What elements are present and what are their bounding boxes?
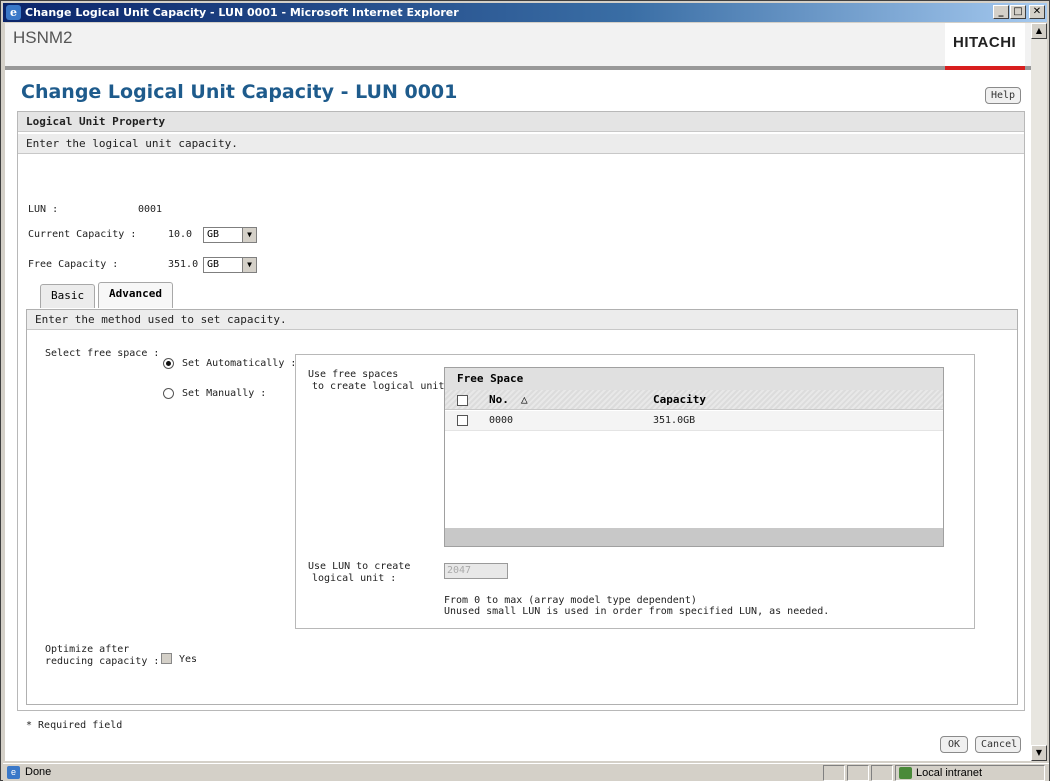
status-cell [823,765,845,781]
cancel-button[interactable]: Cancel [975,736,1021,753]
minimize-button[interactable]: _ [993,5,1009,19]
header-band [5,66,1031,70]
set-automatically-radio[interactable] [163,358,174,369]
optimize-label-2: reducing capacity : [45,656,160,667]
use-lun-label-2: logical unit : [312,573,397,584]
free-space-table: Free Space No. △ Capacity 0000 351.0GB [444,367,944,547]
required-field-note: * Required field [26,720,123,731]
set-manually-label: Set Manually : [182,388,267,399]
manual-settings-box: Use free spaces to create logical unit :… [295,354,975,629]
select-all-checkbox[interactable] [457,395,468,406]
app-name: HSNM2 [13,28,73,47]
optimize-label: Optimize after [45,644,130,655]
page-icon: e [7,766,20,779]
status-cell [847,765,869,781]
status-bar: e Done Local intranet [3,763,1049,781]
internet-explorer-icon: e [6,5,21,20]
row-no: 0000 [489,415,514,426]
use-free-spaces-label: Use free spaces [308,369,399,380]
scroll-down-icon[interactable]: ▼ [1031,745,1047,761]
window-title: Change Logical Unit Capacity - LUN 0001 … [25,6,459,19]
ok-button[interactable]: OK [940,736,968,753]
column-no[interactable]: No. [489,393,509,406]
column-capacity[interactable]: Capacity [653,393,706,406]
app-header: HSNM2 HITACHI [5,23,1031,70]
zone-cell: Local intranet [895,765,1045,781]
free-capacity-unit-select[interactable]: GB ▼ [203,257,257,273]
free-space-table-title: Free Space [445,368,943,390]
scroll-up-icon[interactable]: ▲ [1031,23,1047,39]
logo-text: HITACHI [953,34,1017,51]
select-free-space-label: Select free space : [45,348,160,359]
tab-basic[interactable]: Basic [40,284,96,308]
lun-label: LUN : [28,204,59,215]
help-button[interactable]: Help [985,87,1022,104]
table-footer [445,528,943,546]
use-lun-label: Use LUN to create [308,561,411,572]
current-capacity-unit-select[interactable]: GB ▼ [203,227,257,243]
free-capacity-value: 351.0 [168,259,199,270]
restore-button[interactable]: □ [1010,5,1026,19]
intranet-icon [899,767,912,779]
page-viewport: HSNM2 HITACHI Change Logical Unit Capaci… [5,23,1031,761]
chevron-down-icon: ▼ [242,228,256,242]
use-free-spaces-label-2: to create logical unit : [312,381,457,392]
zone-text: Local intranet [916,767,983,779]
optimize-yes-checkbox[interactable] [161,653,172,664]
browser-window: e Change Logical Unit Capacity - LUN 000… [0,0,1050,781]
row-capacity: 351.0GB [653,415,696,426]
table-row[interactable]: 0000 351.0GB [445,411,943,431]
lun-hint-line-2: Unused small LUN is used in order from s… [444,606,830,617]
section-title: Logical Unit Property [18,112,1024,132]
logo-red-bar [945,66,1025,70]
free-capacity-unit: GB [207,259,220,270]
free-capacity-label: Free Capacity : [28,259,119,270]
close-button[interactable]: ✕ [1029,5,1045,19]
section-instruction: Enter the logical unit capacity. [18,134,1024,154]
title-bar: e Change Logical Unit Capacity - LUN 000… [3,3,1047,22]
advanced-instruction: Enter the method used to set capacity. [27,310,1017,330]
row-checkbox[interactable] [457,415,468,426]
status-cell [871,765,893,781]
set-manually-radio[interactable] [163,388,174,399]
page-title: Change Logical Unit Capacity - LUN 0001 [21,81,458,103]
vertical-scrollbar[interactable]: ▲ ▼ [1031,23,1047,761]
lun-value: 0001 [138,204,163,215]
logical-unit-property-panel: Logical Unit Property Enter the logical … [17,111,1025,731]
lun-hint-line-1: From 0 to max (array model type dependen… [444,595,697,606]
set-automatically-label: Set Automatically : [182,358,297,369]
sort-asc-icon[interactable]: △ [521,393,528,406]
current-capacity-value: 10.0 [168,229,193,240]
advanced-tab-panel: Enter the method used to set capacity. S… [26,309,1018,705]
table-header-row: No. △ Capacity [445,390,943,410]
tab-advanced[interactable]: Advanced [98,282,173,308]
current-capacity-label: Current Capacity : [28,229,137,240]
optimize-yes-label: Yes [179,654,198,665]
hitachi-logo: HITACHI [945,23,1025,70]
chevron-down-icon: ▼ [242,258,256,272]
use-lun-input[interactable]: 2047 [444,563,508,579]
status-text: Done [25,766,52,778]
current-capacity-unit: GB [207,229,220,240]
